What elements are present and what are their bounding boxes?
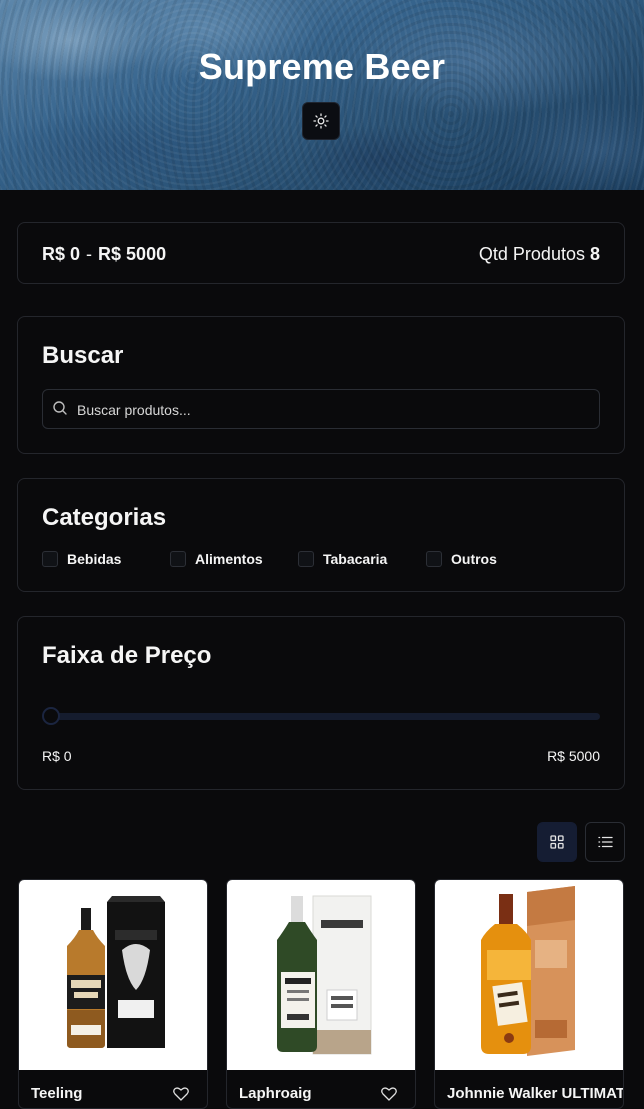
search-title: Buscar xyxy=(42,342,124,369)
product-card-laphroaig[interactable]: Laphroaig xyxy=(226,879,416,1109)
grid-icon xyxy=(550,835,564,849)
price-range-summary: R$ 0- R$ 5000 xyxy=(42,244,166,265)
category-checkbox[interactable] xyxy=(170,551,186,567)
product-image[interactable] xyxy=(227,880,415,1070)
list-view-button[interactable] xyxy=(585,822,625,862)
price-slider-thumb[interactable] xyxy=(42,707,60,725)
store-title: Supreme Beer xyxy=(198,46,446,87)
category-label: Alimentos xyxy=(195,551,263,567)
product-image[interactable] xyxy=(435,880,623,1070)
category-checkbox[interactable] xyxy=(426,551,442,567)
category-label: Outros xyxy=(451,551,497,567)
price-max-label: R$ 5000 xyxy=(547,748,600,764)
summary-max-price: R$ 5000 xyxy=(98,244,167,264)
product-name: Teeling xyxy=(31,1085,83,1102)
product-card-johnnie-walker[interactable]: Johnnie Walker ULTIMATE xyxy=(434,879,624,1109)
filter-summary: R$ 0- R$ 5000 Qtd Produtos 8 xyxy=(17,222,625,284)
category-checkbox[interactable] xyxy=(298,551,314,567)
categories-title: Categorias xyxy=(42,504,167,531)
search-input[interactable] xyxy=(75,390,589,430)
product-name: Johnnie Walker ULTIMATE xyxy=(447,1085,624,1102)
product-count-label: Qtd Produtos xyxy=(478,244,585,264)
category-checkbox[interactable] xyxy=(42,551,58,567)
category-label: Tabacaria xyxy=(323,551,388,567)
hero-texture xyxy=(0,0,644,190)
product-count: Qtd Produtos 8 xyxy=(479,244,600,265)
product-name: Laphroaig xyxy=(239,1085,312,1102)
theme-toggle-button[interactable] xyxy=(302,102,340,140)
price-min-label: R$ 0 xyxy=(42,748,72,764)
search-icon xyxy=(53,401,67,415)
heart-icon[interactable] xyxy=(173,1087,189,1101)
category-tabacaria[interactable]: Tabacaria xyxy=(298,551,387,567)
summary-min-price: R$ 0 xyxy=(42,244,81,264)
grid-view-button[interactable] xyxy=(537,822,577,862)
whiskey-bottle-image xyxy=(481,886,575,1056)
list-icon xyxy=(597,836,613,848)
price-slider-track[interactable] xyxy=(52,713,600,720)
whiskey-bottle-image xyxy=(277,895,372,1055)
product-image[interactable] xyxy=(19,880,207,1070)
price-range-title: Faixa de Preço xyxy=(42,642,212,669)
heart-icon[interactable] xyxy=(381,1087,397,1101)
search-panel: Buscar xyxy=(17,316,625,454)
category-label: Bebidas xyxy=(67,551,122,567)
category-alimentos[interactable]: Alimentos xyxy=(170,551,263,567)
search-box[interactable] xyxy=(42,389,600,430)
category-outros[interactable]: Outros xyxy=(426,551,497,567)
whiskey-bottle-image xyxy=(67,896,165,1048)
price-range-panel: Faixa de Preço R$ 0 R$ 5000 xyxy=(17,616,625,790)
product-count-value: 8 xyxy=(589,244,600,264)
categories-panel: Categorias Bebidas Alimentos Tabacaria O… xyxy=(17,478,625,592)
product-card-teeling[interactable]: Teeling xyxy=(18,879,208,1109)
category-bebidas[interactable]: Bebidas xyxy=(42,551,121,567)
summary-separator: - xyxy=(86,244,93,264)
sun-icon xyxy=(313,113,329,129)
hero-banner: Supreme Beer xyxy=(0,0,644,190)
